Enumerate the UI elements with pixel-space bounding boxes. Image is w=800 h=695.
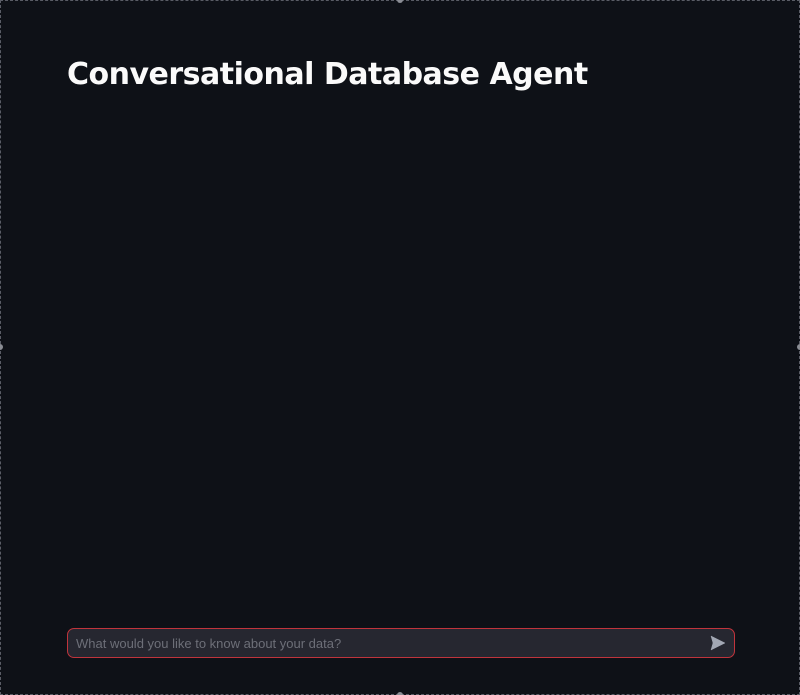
app-frame: Conversational Database Agent xyxy=(0,0,800,695)
resize-handle-left[interactable] xyxy=(0,344,3,350)
send-icon xyxy=(710,635,726,651)
resize-handle-top[interactable] xyxy=(397,0,403,3)
send-button[interactable] xyxy=(702,629,734,657)
chat-input[interactable] xyxy=(68,629,702,657)
page-title: Conversational Database Agent xyxy=(67,57,588,92)
chat-input-container[interactable] xyxy=(67,628,735,658)
